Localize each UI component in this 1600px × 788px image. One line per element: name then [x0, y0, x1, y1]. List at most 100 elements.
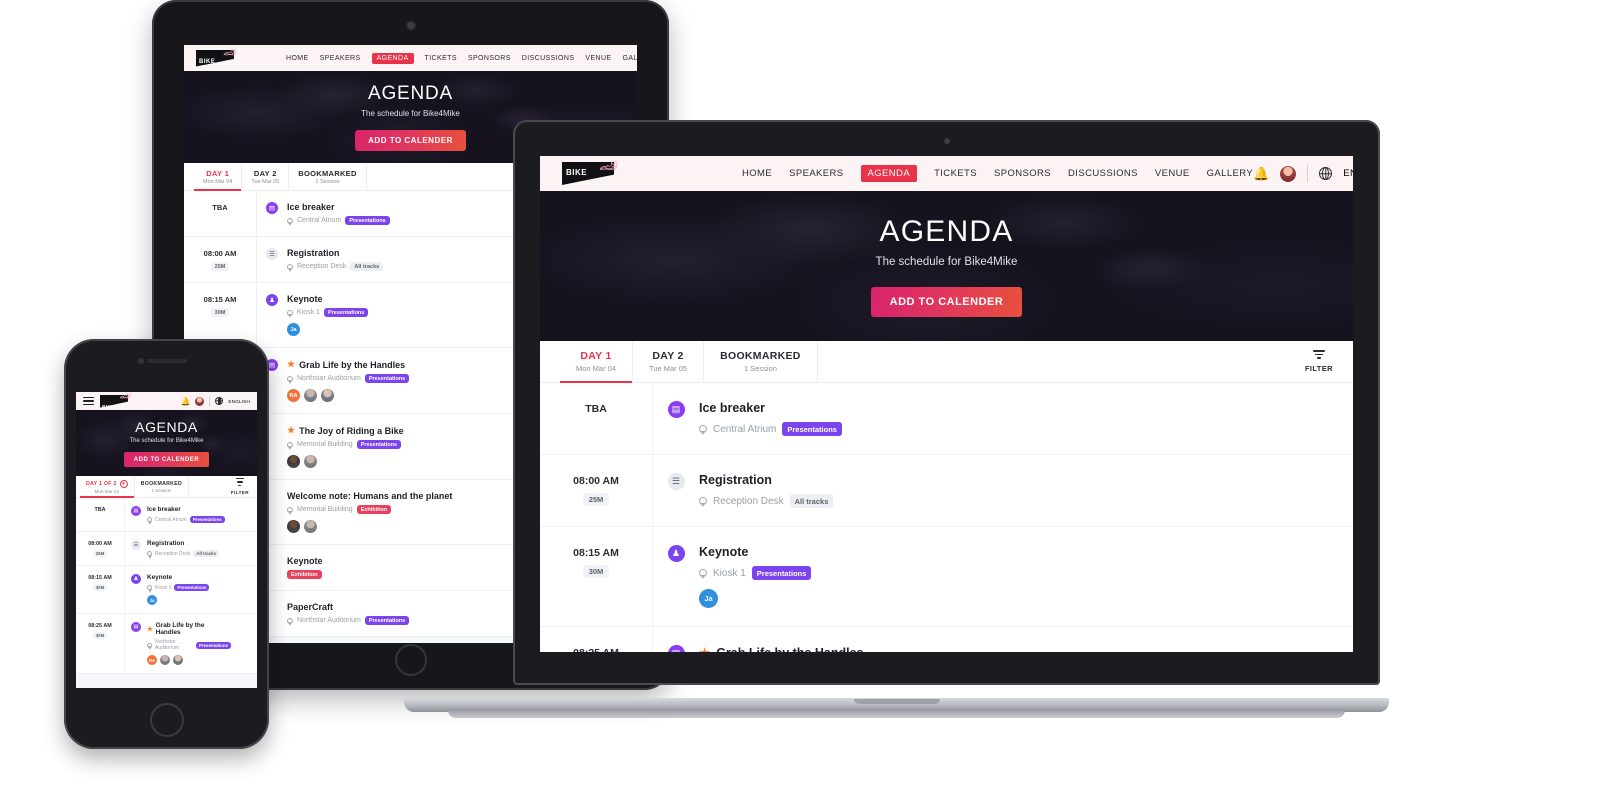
nav-item-speakers[interactable]: SPEAKERS	[320, 53, 361, 64]
brand-logo[interactable]: BIKE 4MIKE 🏎	[100, 392, 131, 408]
notification-bell-icon[interactable]: 🔔	[1253, 166, 1269, 182]
session-row[interactable]: 08:25 AM30M▤★Grab Life by the HandlesNor…	[540, 627, 1353, 652]
nav-item-gallery[interactable]: GALLERY	[1207, 165, 1253, 182]
session-bookmark-column: +	[1281, 401, 1353, 419]
language-label[interactable]: ENGLISH	[228, 399, 250, 404]
speaker-avatar[interactable]	[160, 655, 170, 665]
session-title[interactable]: Ice breaker	[147, 506, 231, 513]
nav-item-gallery[interactable]: GALLERY	[623, 53, 637, 64]
bookmark-add-icon[interactable]: +	[240, 622, 248, 632]
session-title[interactable]: Keynote	[147, 574, 231, 581]
brand-logo[interactable]: BIKE 4MIKE 🏎	[196, 47, 237, 67]
session-row[interactable]: 08:00 AM 25M ☰ Registration Reception Desk Al…	[76, 532, 257, 566]
speaker-avatar[interactable]	[304, 520, 317, 533]
brand-logo[interactable]: BIKE 4MIKE 🏎	[562, 158, 618, 185]
bookmark-saved-icon[interactable]: ✓	[240, 574, 248, 584]
speaker-avatar[interactable]	[173, 655, 183, 665]
language-label[interactable]: ENGLISH	[1343, 168, 1353, 179]
session-title[interactable]: Registration	[147, 540, 231, 547]
nav-item-tickets[interactable]: TICKETS	[425, 53, 457, 64]
bookmark-add-icon[interactable]: +	[1311, 474, 1324, 491]
nav-item-venue[interactable]: VENUE	[585, 53, 611, 64]
session-duration: 30M	[92, 584, 108, 591]
chevron-down-icon[interactable]: ▾	[119, 479, 128, 488]
tab-day-1[interactable]: DAY 1 Mon Mar 04	[560, 341, 634, 383]
session-title[interactable]: Ice breaker	[699, 401, 1281, 415]
session-track-badge[interactable]: All tracks	[350, 262, 384, 271]
bookmark-saved-icon[interactable]: ✓	[1311, 546, 1324, 563]
nav-item-home[interactable]: HOME	[742, 165, 772, 182]
tab-day-selector[interactable]: DAY 1 OF 2 ▾ Mon Mar 04	[80, 476, 135, 498]
tab-day-1[interactable]: DAY 1 Mon Mar 04	[194, 163, 243, 191]
session-track-badge[interactable]: Presentations	[364, 616, 410, 625]
speaker-avatar[interactable]: RA	[147, 655, 157, 665]
session-track-badge[interactable]: Presentations	[345, 216, 390, 225]
session-row[interactable]: 08:15 AM 30M ♟ Keynote Kiosk 1 Presentations J…	[76, 566, 257, 614]
session-title[interactable]: Registration	[699, 473, 1281, 487]
bookmark-add-icon[interactable]: +	[240, 540, 248, 550]
nav-item-sponsors[interactable]: SPONSORS	[468, 53, 511, 64]
bookmark-add-icon[interactable]: +	[240, 506, 248, 516]
session-track-badge[interactable]: Exhibition	[287, 570, 322, 579]
nav-item-home[interactable]: HOME	[286, 53, 309, 64]
tab-day-2[interactable]: DAY 2 Tue Mar 05	[242, 163, 290, 190]
session-track-badge[interactable]: Presentations	[356, 440, 402, 449]
session-row[interactable]: TBA ▤ Ice breaker Central Atrium Presentatio…	[540, 383, 1353, 455]
session-track-badge[interactable]: Presentations	[364, 374, 410, 383]
hamburger-menu-icon[interactable]	[83, 396, 94, 406]
session-track-badge[interactable]: Presentations	[174, 584, 210, 591]
session-title[interactable]: Keynote	[699, 545, 1281, 559]
nav-item-agenda[interactable]: AGENDA	[371, 52, 414, 64]
speaker-avatar[interactable]	[304, 389, 317, 402]
speaker-avatar[interactable]: Ja	[147, 595, 157, 605]
session-row[interactable]: TBA ▤ Ice breaker Central Atrium Presentatio…	[76, 498, 257, 532]
tab-day-2[interactable]: DAY 2 Tue Mar 05	[633, 341, 705, 382]
nav-item-speakers[interactable]: SPEAKERS	[789, 165, 843, 182]
session-track-badge[interactable]: All tracks	[789, 494, 834, 508]
session-track-badge[interactable]: Presentations	[782, 422, 842, 436]
location-pin-icon	[287, 309, 293, 318]
session-meta: Reception Desk All tracks	[699, 494, 1281, 508]
nav-item-discussions[interactable]: DISCUSSIONS	[522, 53, 575, 64]
nav-item-tickets[interactable]: TICKETS	[934, 165, 977, 182]
nav-item-venue[interactable]: VENUE	[1155, 165, 1190, 182]
session-title[interactable]: ★Grab Life by the Handles	[147, 622, 231, 636]
notification-bell-icon[interactable]: 🔔	[180, 397, 190, 406]
speaker-avatar[interactable]: Ja	[287, 323, 300, 336]
session-row[interactable]: 08:25 AM30M▤★Grab Life by the HandlesNor…	[76, 614, 257, 674]
session-row[interactable]: 08:00 AM 25M ☰ Registration Reception Desk Al…	[540, 455, 1353, 527]
speaker-avatars: RA	[147, 655, 231, 665]
bookmark-add-icon[interactable]: +	[1311, 402, 1324, 419]
filter-button[interactable]: FILTER	[1305, 341, 1353, 382]
session-track-badge[interactable]: Exhibition	[356, 505, 392, 514]
bookmark-add-icon[interactable]: +	[1311, 646, 1324, 652]
speaker-avatar[interactable]: RA	[287, 389, 300, 402]
nav-item-sponsors[interactable]: SPONSORS	[994, 165, 1051, 182]
phone-home-button[interactable]	[149, 703, 184, 737]
session-track-badge[interactable]: Presentations	[195, 641, 231, 649]
session-track-badge[interactable]: Presentations	[189, 516, 225, 523]
tab-bookmarked[interactable]: BOOKMARKED 1 Session	[704, 341, 818, 382]
add-to-calendar-button[interactable]: ADD TO CALENDER	[870, 287, 1023, 317]
session-track-badge[interactable]: Presentations	[323, 308, 369, 317]
speaker-avatar[interactable]	[304, 455, 317, 468]
add-to-calendar-button[interactable]: ADD TO CALENDER	[123, 452, 210, 467]
speaker-avatar[interactable]: Ja	[699, 589, 718, 608]
session-track-badge[interactable]: All tracks	[193, 550, 220, 557]
speaker-avatar[interactable]	[287, 520, 300, 533]
speaker-avatar[interactable]	[321, 389, 334, 402]
user-avatar[interactable]	[1280, 165, 1297, 182]
tab-bookmarked[interactable]: BOOKMARKED 1 Session	[135, 476, 190, 497]
nav-item-discussions[interactable]: DISCUSSIONS	[1068, 165, 1138, 182]
session-title[interactable]: ★Grab Life by the Handles	[699, 645, 1281, 653]
speaker-avatar[interactable]	[287, 455, 300, 468]
nav-item-agenda[interactable]: AGENDA	[860, 165, 918, 182]
session-track-badge[interactable]: Presentations	[751, 566, 812, 580]
session-row[interactable]: 08:15 AM 30M ♟ Keynote Kiosk 1 Presentations J…	[540, 527, 1353, 627]
tab-bookmarked[interactable]: BOOKMARKED 1 Session	[289, 163, 367, 190]
add-to-calendar-button[interactable]: ADD TO CALENDER	[355, 130, 466, 151]
filter-button[interactable]: FILTER	[231, 476, 257, 497]
tab-subtitle: Tue Mar 05	[251, 178, 280, 185]
featured-star-icon: ★	[287, 359, 296, 369]
user-avatar[interactable]	[195, 396, 205, 406]
